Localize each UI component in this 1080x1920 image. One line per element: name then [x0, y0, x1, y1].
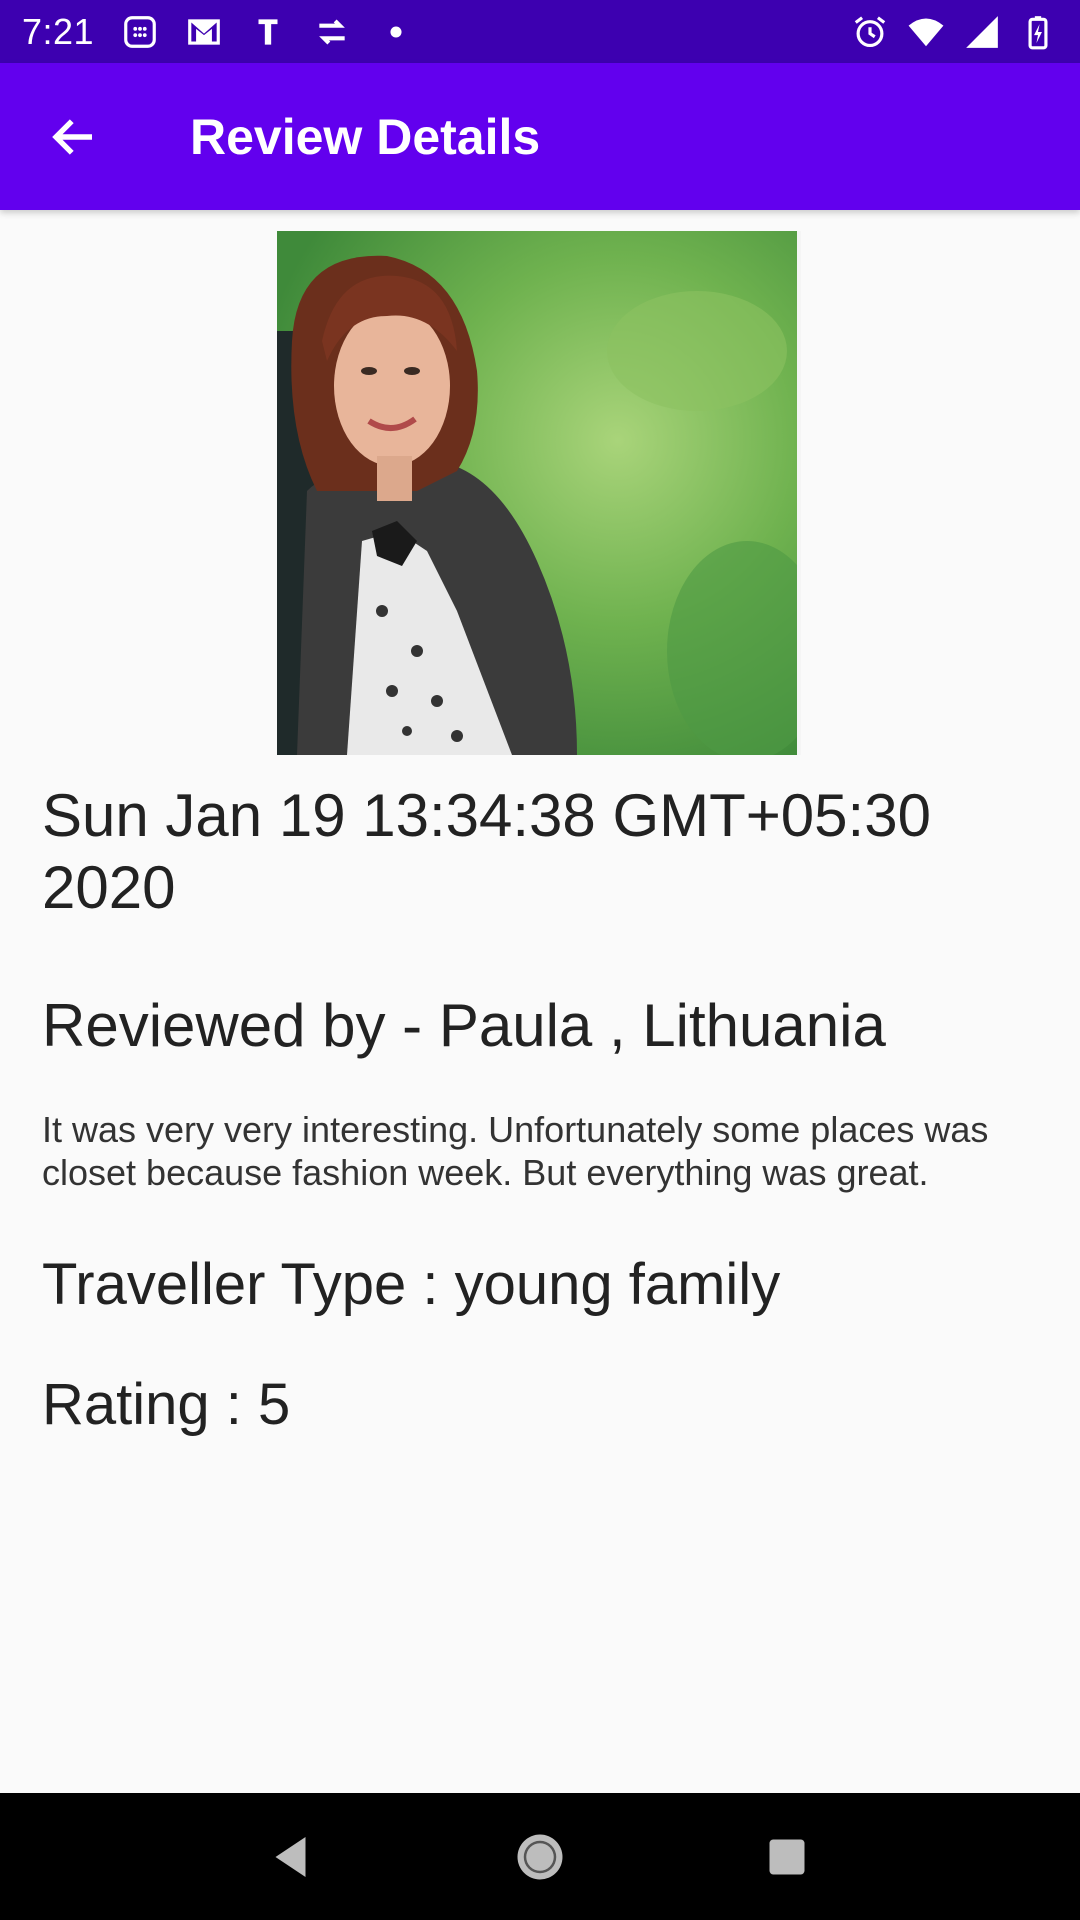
- nav-recents-button[interactable]: [742, 1812, 832, 1902]
- gmail-icon: [184, 12, 224, 52]
- traveller-type: Traveller Type : young family: [42, 1252, 781, 1317]
- navigation-bar: [0, 1793, 1080, 1920]
- home-circle-icon: [517, 1834, 563, 1879]
- battery-icon: [1018, 12, 1058, 52]
- sync-icon: [312, 12, 352, 52]
- text-icon: [248, 12, 288, 52]
- status-time: 7:21: [22, 10, 95, 52]
- review-date: Sun Jan 19 13:34:38 GMT+05:30 2020: [42, 782, 931, 921]
- system-icons: [850, 12, 1058, 52]
- notification-icons: [120, 12, 416, 52]
- arrow-back-icon: [52, 118, 92, 155]
- wifi-icon: [906, 12, 946, 52]
- nav-back-button[interactable]: [248, 1812, 338, 1902]
- alarm-icon: [850, 12, 890, 52]
- review-text: It was very very interesting. Unfortunat…: [42, 1109, 989, 1193]
- signal-icon: [962, 12, 1002, 52]
- nav-home-button[interactable]: [495, 1812, 585, 1902]
- status-bar: 7:21: [0, 0, 1080, 63]
- reviewer-name: Reviewed by - Paula , Lithuania: [42, 992, 886, 1059]
- back-button[interactable]: [44, 107, 104, 167]
- calendar-icon: [120, 12, 160, 52]
- back-triangle-icon: [275, 1836, 306, 1877]
- reviewer-photo: [277, 231, 801, 755]
- app-bar: Review Details: [0, 63, 1080, 210]
- dot-icon: [376, 12, 416, 52]
- rating: Rating : 5: [42, 1372, 291, 1437]
- page-title: Review Details: [190, 108, 541, 165]
- recents-square-icon: [769, 1839, 805, 1874]
